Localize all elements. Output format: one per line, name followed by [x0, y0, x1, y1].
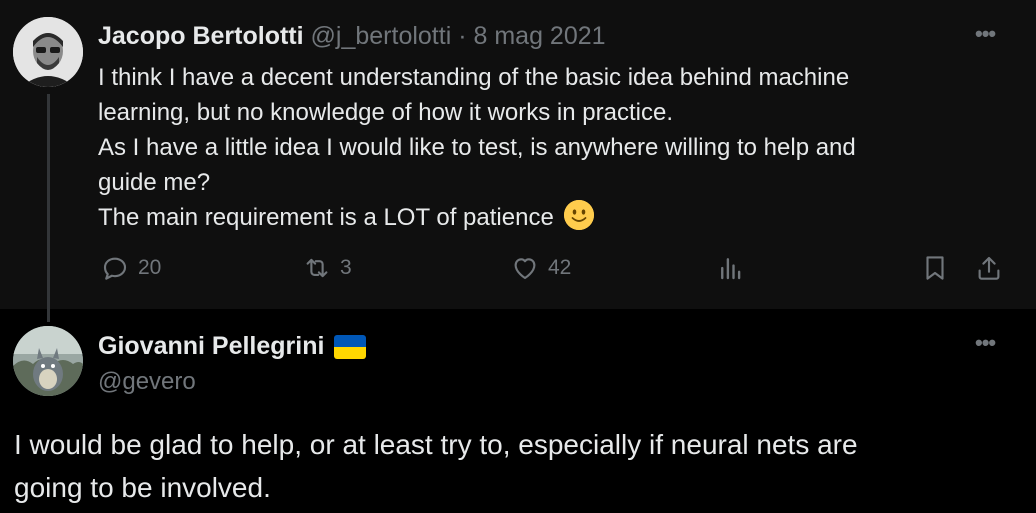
bookmark-icon	[926, 256, 944, 280]
reply-count: 20	[138, 256, 162, 279]
tweet-header: Jacopo Bertolotti @j_bertolotti · 8 mag …	[98, 22, 606, 51]
like-button[interactable]: 42	[510, 253, 571, 283]
tweet-line: I think I have a decent understanding of…	[98, 64, 850, 91]
repost-count: 3	[340, 256, 352, 279]
reply-author-avatar[interactable]	[13, 326, 83, 396]
heart-icon	[514, 258, 536, 280]
reply-author-handle[interactable]: @gevero	[98, 368, 196, 396]
thread-connector-line	[47, 94, 50, 322]
share-button[interactable]	[974, 253, 1004, 283]
tweet-text: I think I have a decent understanding of…	[98, 60, 978, 235]
tweet-line: The main requirement is a LOT of patienc…	[98, 204, 554, 231]
author-name[interactable]: Jacopo Bertolotti	[98, 22, 304, 50]
separator: ·	[451, 22, 474, 50]
avatar-portrait-icon	[13, 17, 83, 87]
reply-author-name[interactable]: Giovanni Pellegrini	[98, 332, 324, 361]
ukraine-flag-icon	[334, 334, 367, 359]
analytics-button[interactable]	[716, 253, 746, 283]
more-options-button[interactable]: •••	[975, 23, 996, 45]
avatar-totoro-icon	[13, 326, 83, 396]
bookmark-button[interactable]	[920, 253, 950, 283]
tweet-line: guide me?	[98, 169, 211, 196]
author-handle[interactable]: @j_bertolotti	[311, 22, 452, 50]
reply-button[interactable]: 20	[100, 253, 161, 283]
tweet-actions: 20 3 42	[0, 253, 1036, 289]
tweet-line: As I have a little idea I would like to …	[98, 134, 856, 161]
like-count: 42	[548, 256, 572, 279]
repost-button[interactable]: 3	[302, 253, 352, 283]
reply-line: I would be glad to help, or at least try…	[14, 429, 858, 460]
reply-author-row: Giovanni Pellegrini	[98, 332, 367, 361]
tweet-line-last: The main requirement is a LOT of patienc…	[98, 200, 978, 235]
parent-tweet[interactable]: Jacopo Bertolotti @j_bertolotti · 8 mag …	[0, 0, 1036, 309]
repost-icon	[306, 258, 328, 278]
reply-more-options-button[interactable]: •••	[975, 332, 996, 354]
analytics-icon	[721, 258, 741, 280]
smiling-face-emoji-icon	[564, 200, 595, 230]
reply-text: I would be glad to help, or at least try…	[14, 423, 1014, 509]
share-icon	[978, 256, 1000, 280]
reply-icon	[103, 257, 127, 280]
tweet-line: learning, but no knowledge of how it wor…	[98, 99, 673, 126]
reply-line: going to be involved.	[14, 472, 271, 503]
tweet-date[interactable]: 8 mag 2021	[473, 22, 605, 50]
author-avatar[interactable]	[13, 17, 83, 87]
